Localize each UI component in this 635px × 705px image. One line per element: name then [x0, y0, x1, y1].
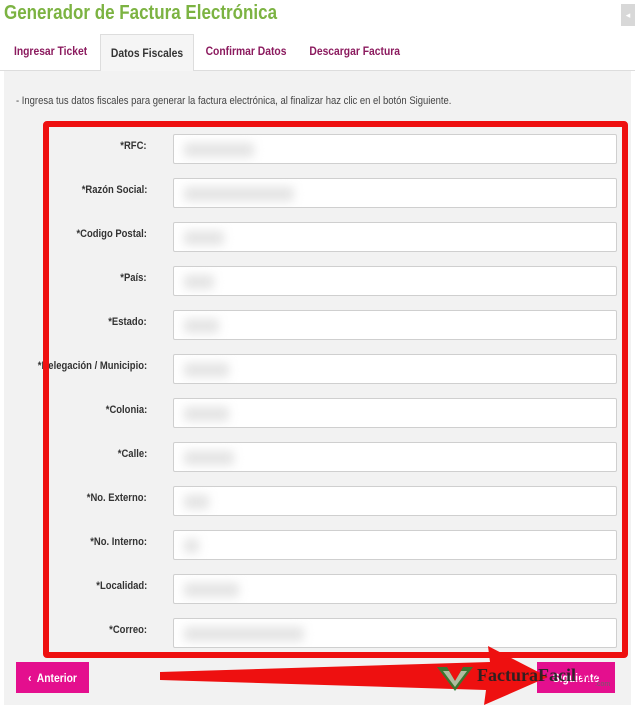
localidad-input[interactable]: [173, 574, 617, 604]
form-row-colonia: *Colonia:: [0, 398, 635, 428]
previous-button[interactable]: ‹ Anterior: [16, 662, 89, 693]
form-row-no-interno: *No. Interno:: [0, 530, 635, 560]
form-row-no-externo: *No. Externo:: [0, 486, 635, 516]
rfc-input[interactable]: [173, 134, 617, 164]
estado-input[interactable]: [173, 310, 617, 340]
pais-label: *País:: [120, 272, 147, 284]
tab-descargar-factura[interactable]: Descargar Factura: [302, 34, 405, 71]
no-externo-input[interactable]: [173, 486, 617, 516]
colonia-input[interactable]: [173, 398, 617, 428]
delegacion-municipio-label: *Delegación / Municipio:: [37, 360, 147, 372]
form-row-codigo-postal: *Codigo Postal:: [0, 222, 635, 252]
window-corner-button[interactable]: ◂: [621, 4, 635, 26]
form-row-rfc: *RFC:: [0, 134, 635, 164]
app-title: Generador de Factura Electrónica: [4, 2, 278, 24]
no-interno-input[interactable]: [173, 530, 617, 560]
pais-input[interactable]: [173, 266, 617, 296]
next-button[interactable]: Siguiente: [537, 662, 615, 693]
rfc-label: *RFC:: [120, 140, 147, 152]
correo-label: *Correo:: [109, 624, 147, 636]
colonia-label: *Colonia:: [105, 404, 147, 416]
localidad-label: *Localidad:: [96, 580, 147, 592]
razon-social-label: *Razón Social:: [81, 184, 147, 196]
tab-datos-fiscales[interactable]: Datos Fiscales: [100, 34, 194, 72]
delegacion-municipio-input[interactable]: [173, 354, 617, 384]
form-row-localidad: *Localidad:: [0, 574, 635, 604]
no-externo-label: *No. Externo:: [87, 492, 147, 504]
form-row-pais: *País:: [0, 266, 635, 296]
no-interno-label: *No. Interno:: [90, 536, 147, 548]
calle-input[interactable]: [173, 442, 617, 472]
codigo-postal-label: *Codigo Postal:: [76, 228, 147, 240]
form-row-razon-social: *Razón Social:: [0, 178, 635, 208]
tab-content-panel: [4, 71, 631, 705]
tab-confirmar-datos[interactable]: Confirmar Datos: [198, 34, 294, 71]
tab-bar: Ingresar Ticket Datos Fiscales Confirmar…: [0, 34, 635, 72]
form-row-correo: *Correo:: [0, 618, 635, 648]
razon-social-input[interactable]: [173, 178, 617, 208]
codigo-postal-input[interactable]: [173, 222, 617, 252]
estado-label: *Estado:: [108, 316, 147, 328]
form-row-delegacion-municipio: *Delegación / Municipio:: [0, 354, 635, 384]
correo-input[interactable]: [173, 618, 617, 648]
calle-label: *Calle:: [117, 448, 147, 460]
form-row-estado: *Estado:: [0, 310, 635, 340]
instructions-text: - Ingresa tus datos fiscales para genera…: [16, 95, 452, 107]
tab-ingresar-ticket[interactable]: Ingresar Ticket: [4, 34, 97, 71]
form-row-calle: *Calle:: [0, 442, 635, 472]
chevron-left-icon: ‹: [28, 670, 32, 685]
